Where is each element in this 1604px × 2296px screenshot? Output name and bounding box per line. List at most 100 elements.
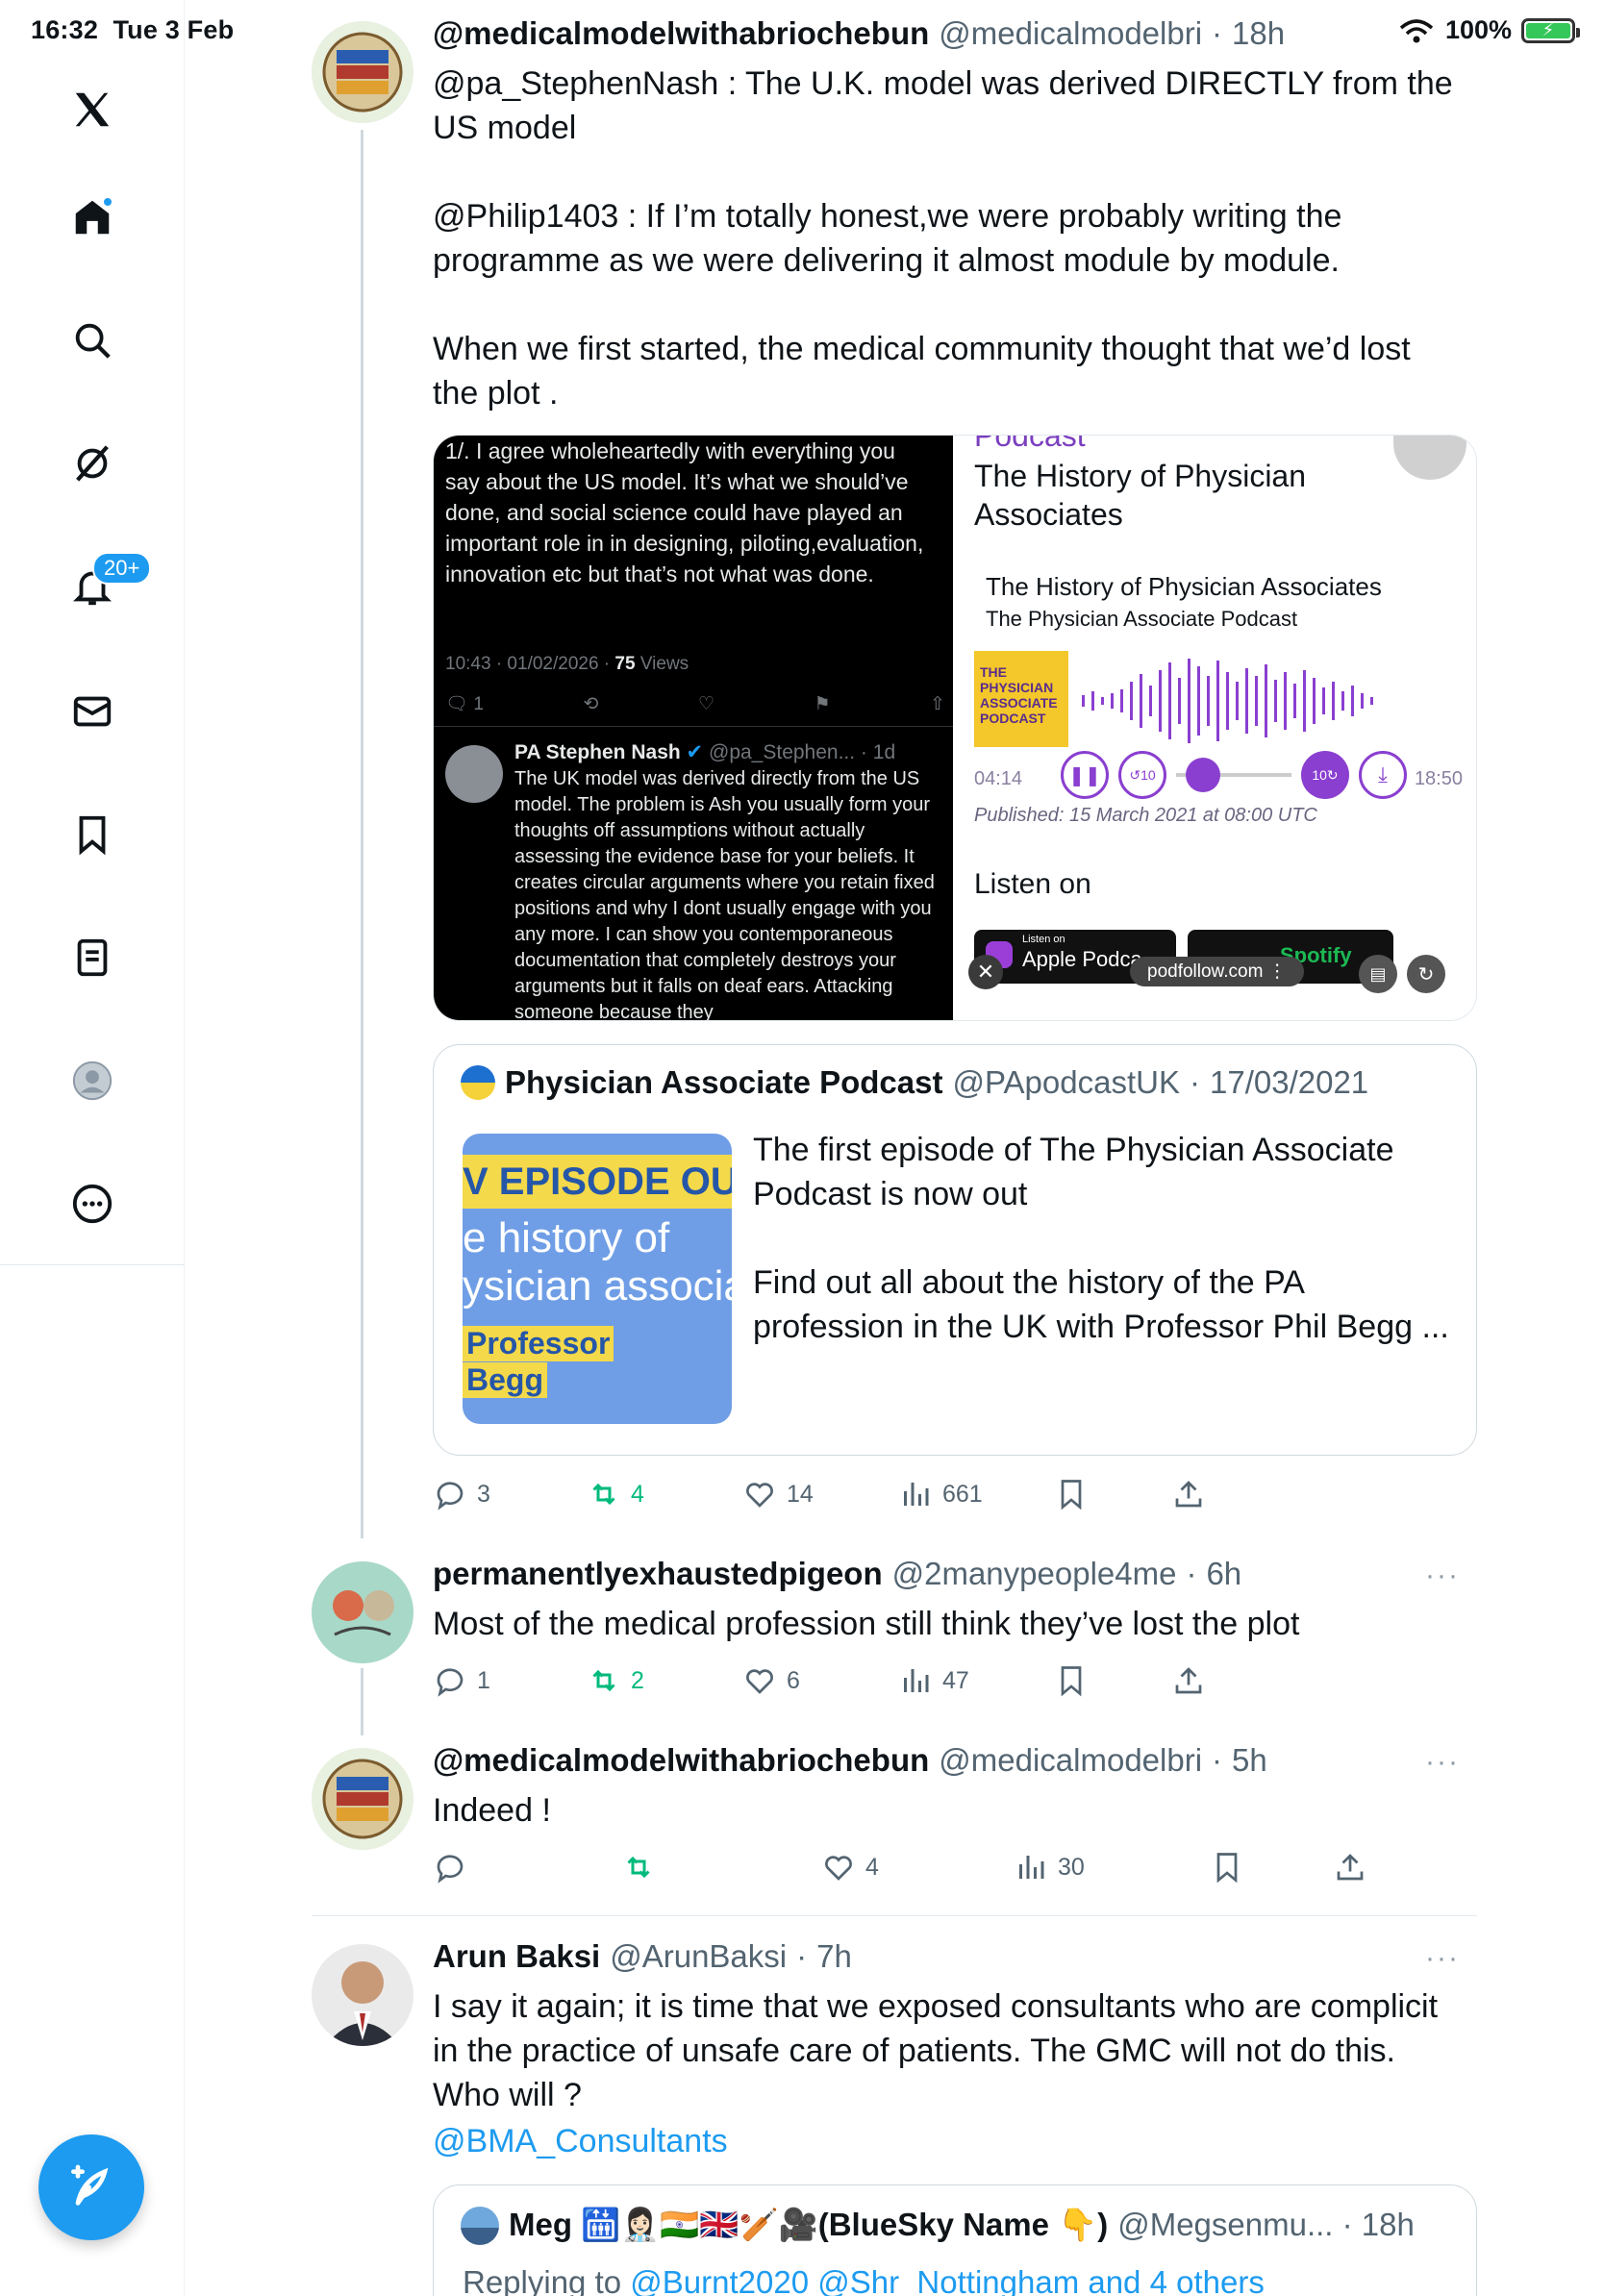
share-icon <box>1175 1481 1202 1508</box>
repost-button[interactable]: 2 <box>587 1663 644 1698</box>
avatar[interactable] <box>312 1748 414 1850</box>
heart-icon <box>825 1856 852 1881</box>
status-indicators: 100% ⚡ <box>1397 15 1580 45</box>
mention-link[interactable]: @BMA_Consultants <box>433 2119 1462 2163</box>
bookmark-icon <box>1061 1666 1082 1697</box>
like-button[interactable]: 14 <box>742 1477 814 1511</box>
more-options-icon[interactable] <box>65 1177 119 1231</box>
quoted-tweet[interactable]: Physician Associate Podcast @PApodcastUK… <box>433 1044 1477 1456</box>
bookmark-button[interactable] <box>1054 1477 1089 1511</box>
seek-slider[interactable] <box>1176 758 1291 792</box>
heart-icon <box>746 1483 773 1508</box>
reader-icon[interactable]: ▤ <box>1359 955 1397 993</box>
search-icon[interactable] <box>65 313 119 367</box>
rewind-10-button[interactable]: ↺10 <box>1118 751 1166 799</box>
author-name[interactable]: @medicalmodelwithabriochebun <box>433 15 929 52</box>
x-logo-icon[interactable] <box>65 83 119 137</box>
share-icon <box>1337 1854 1364 1881</box>
views-button[interactable]: 30 <box>1014 1850 1085 1884</box>
views-chart-icon <box>1019 1856 1044 1879</box>
bookmark-icon <box>1061 1480 1082 1510</box>
compose-post-button[interactable] <box>38 2134 144 2240</box>
repost-button[interactable]: 4 <box>587 1477 644 1511</box>
avatar[interactable] <box>312 1561 414 1663</box>
podcast-title: The History of Physician Associates <box>974 459 1307 532</box>
grok-icon[interactable] <box>65 437 119 490</box>
waveform-icon <box>1082 659 1373 743</box>
sidebar: 20+ <box>0 0 185 2296</box>
like-button[interactable]: 4 <box>821 1850 879 1884</box>
podcast-name: The Physician Associate Podcast <box>986 607 1298 631</box>
author-handle[interactable]: @ArunBaksi <box>610 1938 787 1975</box>
views-button[interactable]: 47 <box>898 1663 969 1698</box>
avatar[interactable] <box>312 21 414 123</box>
tweet-divider <box>312 1915 1477 1916</box>
pause-button[interactable]: ❚❚ <box>1061 751 1109 799</box>
author-handle[interactable]: @medicalmodelbri <box>939 15 1202 52</box>
reply-button[interactable] <box>433 1850 467 1884</box>
share-button[interactable] <box>1171 1477 1206 1511</box>
close-icon[interactable]: ✕ <box>968 955 1003 989</box>
avatar[interactable] <box>312 1944 414 2046</box>
listen-on-label: Listen on <box>974 868 1091 900</box>
repost-icon <box>592 1483 615 1506</box>
published-date: Published: 15 March 2021 at 08:00 UTC <box>974 805 1317 826</box>
more-options-icon[interactable]: ··· <box>1425 1746 1460 1779</box>
messages-icon[interactable] <box>65 685 119 738</box>
time-total: 18:50 <box>1414 768 1463 789</box>
tweet-time[interactable]: 5h <box>1232 1742 1267 1779</box>
author-name[interactable]: @medicalmodelwithabriochebun <box>433 1742 929 1779</box>
thread-connector <box>361 130 363 1538</box>
quoted-tweet[interactable]: Meg 🛗👩🏻‍⚕️🇮🇳🇬🇧🏏🎥(BlueSky Name 👇) @Megsen… <box>433 2184 1477 2296</box>
bookmarks-icon[interactable] <box>65 808 119 861</box>
tweet-header: Arun Baksi @ArunBaksi · 7h <box>433 1938 852 1975</box>
media-meta: 10:43 · 01/02/2026 · 75 Views <box>445 654 689 674</box>
bookmark-button[interactable] <box>1054 1663 1089 1698</box>
like-button[interactable]: 6 <box>742 1663 800 1698</box>
tweet-time[interactable]: 7h <box>816 1938 852 1975</box>
reload-icon[interactable]: ↻ <box>1407 955 1445 993</box>
notifications-icon[interactable]: 20+ <box>65 552 152 613</box>
media-podcast-card[interactable]: Podcast The History of Physician Associa… <box>959 436 1476 1020</box>
views-button[interactable]: 661 <box>898 1477 983 1511</box>
share-button[interactable] <box>1333 1850 1367 1884</box>
repost-icon <box>592 1669 615 1692</box>
reply-button[interactable]: 3 <box>433 1477 490 1511</box>
url-pill[interactable]: podfollow.com ⋮ <box>1130 957 1304 986</box>
forward-10-button[interactable]: 10↻ <box>1301 751 1349 799</box>
wifi-icon <box>1399 18 1434 42</box>
episode-title: The History of Physician Associates <box>986 572 1382 601</box>
profile-avatar-icon[interactable] <box>65 1054 119 1108</box>
bookmark-button[interactable] <box>1210 1850 1244 1884</box>
repost-icon <box>627 1856 650 1879</box>
media-screenshot-left[interactable]: 1/. I agree wholeheartedly with everythi… <box>434 436 953 1020</box>
repost-button[interactable] <box>621 1850 656 1884</box>
download-button[interactable]: ⤓ <box>1359 751 1407 799</box>
close-overlay-icon[interactable] <box>1393 436 1466 480</box>
media-repost-icon: ⟲ <box>583 694 599 714</box>
share-icon <box>1175 1667 1202 1694</box>
tweet-media-grid[interactable]: 1/. I agree wholeheartedly with everythi… <box>433 435 1477 1021</box>
bookmark-icon <box>1216 1853 1238 1884</box>
heart-icon <box>746 1669 773 1694</box>
tweet-time[interactable]: 18h <box>1232 15 1285 52</box>
author-handle[interactable]: @2manypeople4me <box>892 1556 1177 1592</box>
more-options-icon[interactable]: ··· <box>1425 1942 1460 1975</box>
author-handle[interactable]: @medicalmodelbri <box>939 1742 1202 1779</box>
reply-button[interactable]: 1 <box>433 1663 490 1698</box>
tweet-time[interactable]: 6h <box>1206 1556 1241 1592</box>
share-button[interactable] <box>1171 1663 1206 1698</box>
thread-connector <box>361 1668 363 1735</box>
lists-icon[interactable] <box>65 931 119 985</box>
more-options-icon[interactable]: ··· <box>1425 1560 1460 1592</box>
quoted-avatar <box>461 2207 499 2245</box>
author-name[interactable]: permanentlyexhaustedpigeon <box>433 1556 883 1592</box>
media-reply-text: The UK model was derived directly from t… <box>514 768 935 1021</box>
media-reply-icon: 🗨 1 <box>445 694 484 714</box>
media-quoted-text: 1/. I agree wholeheartedly with everythi… <box>445 438 924 586</box>
tweet-header: @medicalmodelwithabriochebun @medicalmod… <box>433 1742 1267 1779</box>
views-chart-icon <box>904 1483 929 1506</box>
notifications-badge: 20+ <box>92 552 152 585</box>
home-icon[interactable] <box>65 190 119 244</box>
author-name[interactable]: Arun Baksi <box>433 1938 600 1975</box>
